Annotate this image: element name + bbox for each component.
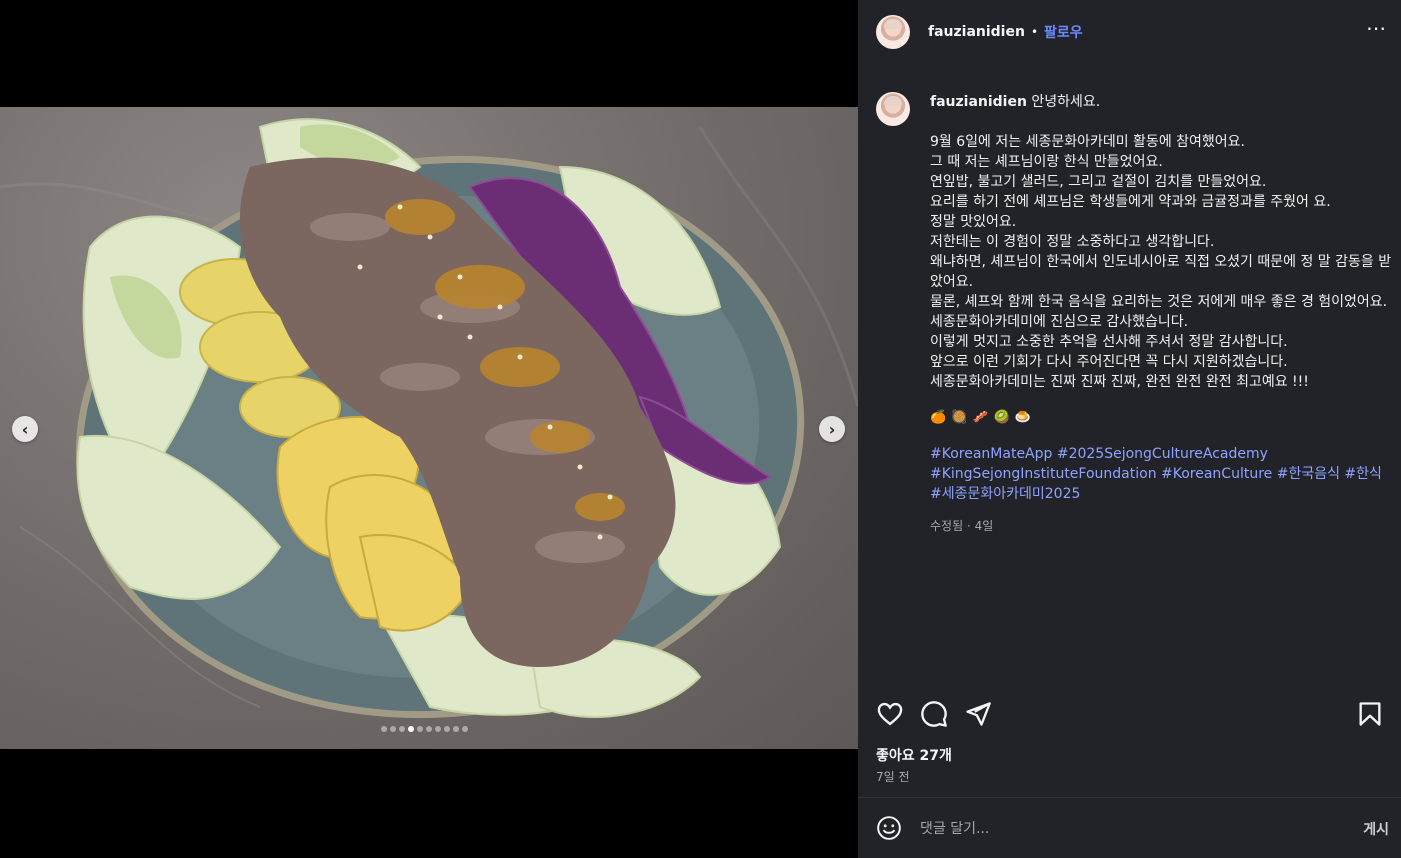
post-time[interactable]: 7일 전 <box>876 768 910 785</box>
carousel-dot[interactable] <box>381 726 387 732</box>
action-bar <box>876 700 1384 730</box>
heart-icon[interactable] <box>876 700 904 728</box>
carousel-dot[interactable] <box>453 726 459 732</box>
carousel-dot[interactable] <box>462 726 468 732</box>
username[interactable]: fauzianidien <box>928 24 1025 40</box>
edited-meta: 수정됨 · 4일 <box>930 519 994 533</box>
avatar[interactable] <box>876 15 910 49</box>
caption-username[interactable]: fauzianidien <box>930 94 1027 110</box>
caption-line: 앞으로 이런 기회가 다시 주어진다면 꼭 다시 지원하겠습니다. <box>930 354 1288 370</box>
caption-line: 물론, 셰프와 함께 한국 음식을 요리하는 것은 저에게 매우 좋은 경 험이… <box>930 294 1388 310</box>
caption-line: 저한테는 이 경험이 정말 소중하다고 생각합니다. <box>930 234 1215 250</box>
caption-line: 세종문화아카데미는 진짜 진짜 진짜, 완전 완전 완전 최고예요 !!! <box>930 374 1309 390</box>
caption-hashtags[interactable]: #KoreanMateApp #2025SejongCultureAcademy… <box>930 444 1395 504</box>
caption-line: 정말 맛있어요. <box>930 214 1017 230</box>
carousel-dot[interactable] <box>444 726 450 732</box>
caption-line: 세종문화아카데미에 진심으로 감사했습니다. <box>930 314 1189 330</box>
caption-line: 이렇게 멋지고 소중한 추억을 선사해 주셔서 정말 감사합니다. <box>930 334 1288 350</box>
follow-button[interactable]: 팔로우 <box>1044 22 1083 42</box>
salad-photo-illustration <box>0 118 858 719</box>
carousel-dot[interactable] <box>426 726 432 732</box>
caption-line: 그 때 저는 셰프님이랑 한식 만들었어요. <box>930 154 1163 170</box>
caption-line: 연잎밥, 불고기 샐러드, 그리고 겉절이 김치를 만들었어요. <box>930 174 1267 190</box>
chevron-left-icon[interactable]: ‹ <box>12 416 38 442</box>
carousel-dot[interactable] <box>390 726 396 732</box>
caption-greeting: 안녕하세요. <box>1031 94 1101 110</box>
carousel-dot[interactable] <box>399 726 405 732</box>
caption-text: 9월 6일에 저는 세종문화아카데미 활동에 참여했어요. 그 때 저는 셰프님이… <box>930 132 1395 392</box>
post-photo[interactable]: ‹ › <box>0 107 858 749</box>
bookmark-icon[interactable] <box>1356 700 1384 728</box>
post-header: fauzianidien • 팔로우 ⋯ <box>858 0 1401 64</box>
paper-plane-icon[interactable] <box>964 700 992 728</box>
post-panel: fauzianidien • 팔로우 ⋯ fauzianidien 안녕하세요.… <box>858 0 1401 858</box>
carousel-dot[interactable] <box>435 726 441 732</box>
caption-line: 왜냐하면, 셰프님이 한국에서 인도네시아로 직접 오셨기 때문에 정 말 감동… <box>930 254 1392 290</box>
caption-line: 9월 6일에 저는 세종문화아카데미 활동에 참여했어요. <box>930 134 1245 150</box>
post-comment-button[interactable]: 게시 <box>1363 819 1389 839</box>
carousel-dots <box>381 726 468 732</box>
comment-bar: 게시 <box>858 798 1401 858</box>
carousel-dot[interactable] <box>408 726 414 732</box>
separator-dot: • <box>1030 25 1039 39</box>
caption-line: 요리를 하기 전에 셰프님은 학생들에게 약과와 금귤정과를 주웠어 요. <box>930 194 1331 210</box>
chevron-right-icon[interactable]: › <box>819 416 845 442</box>
comment-input[interactable] <box>920 818 1320 840</box>
more-options-icon[interactable]: ⋯ <box>1366 18 1387 38</box>
caption-emojis: 🍊🥘🥓🥝🍮 <box>930 410 1036 425</box>
like-count[interactable]: 좋아요 27개 <box>876 745 952 765</box>
comment-icon[interactable] <box>920 700 948 728</box>
caption-avatar[interactable] <box>876 92 910 126</box>
carousel-dot[interactable] <box>417 726 423 732</box>
smile-icon[interactable] <box>876 815 902 841</box>
post-caption: fauzianidien 안녕하세요. 9월 6일에 저는 세종문화아카데미 활… <box>876 92 1396 672</box>
post-media: ‹ › <box>0 0 858 858</box>
